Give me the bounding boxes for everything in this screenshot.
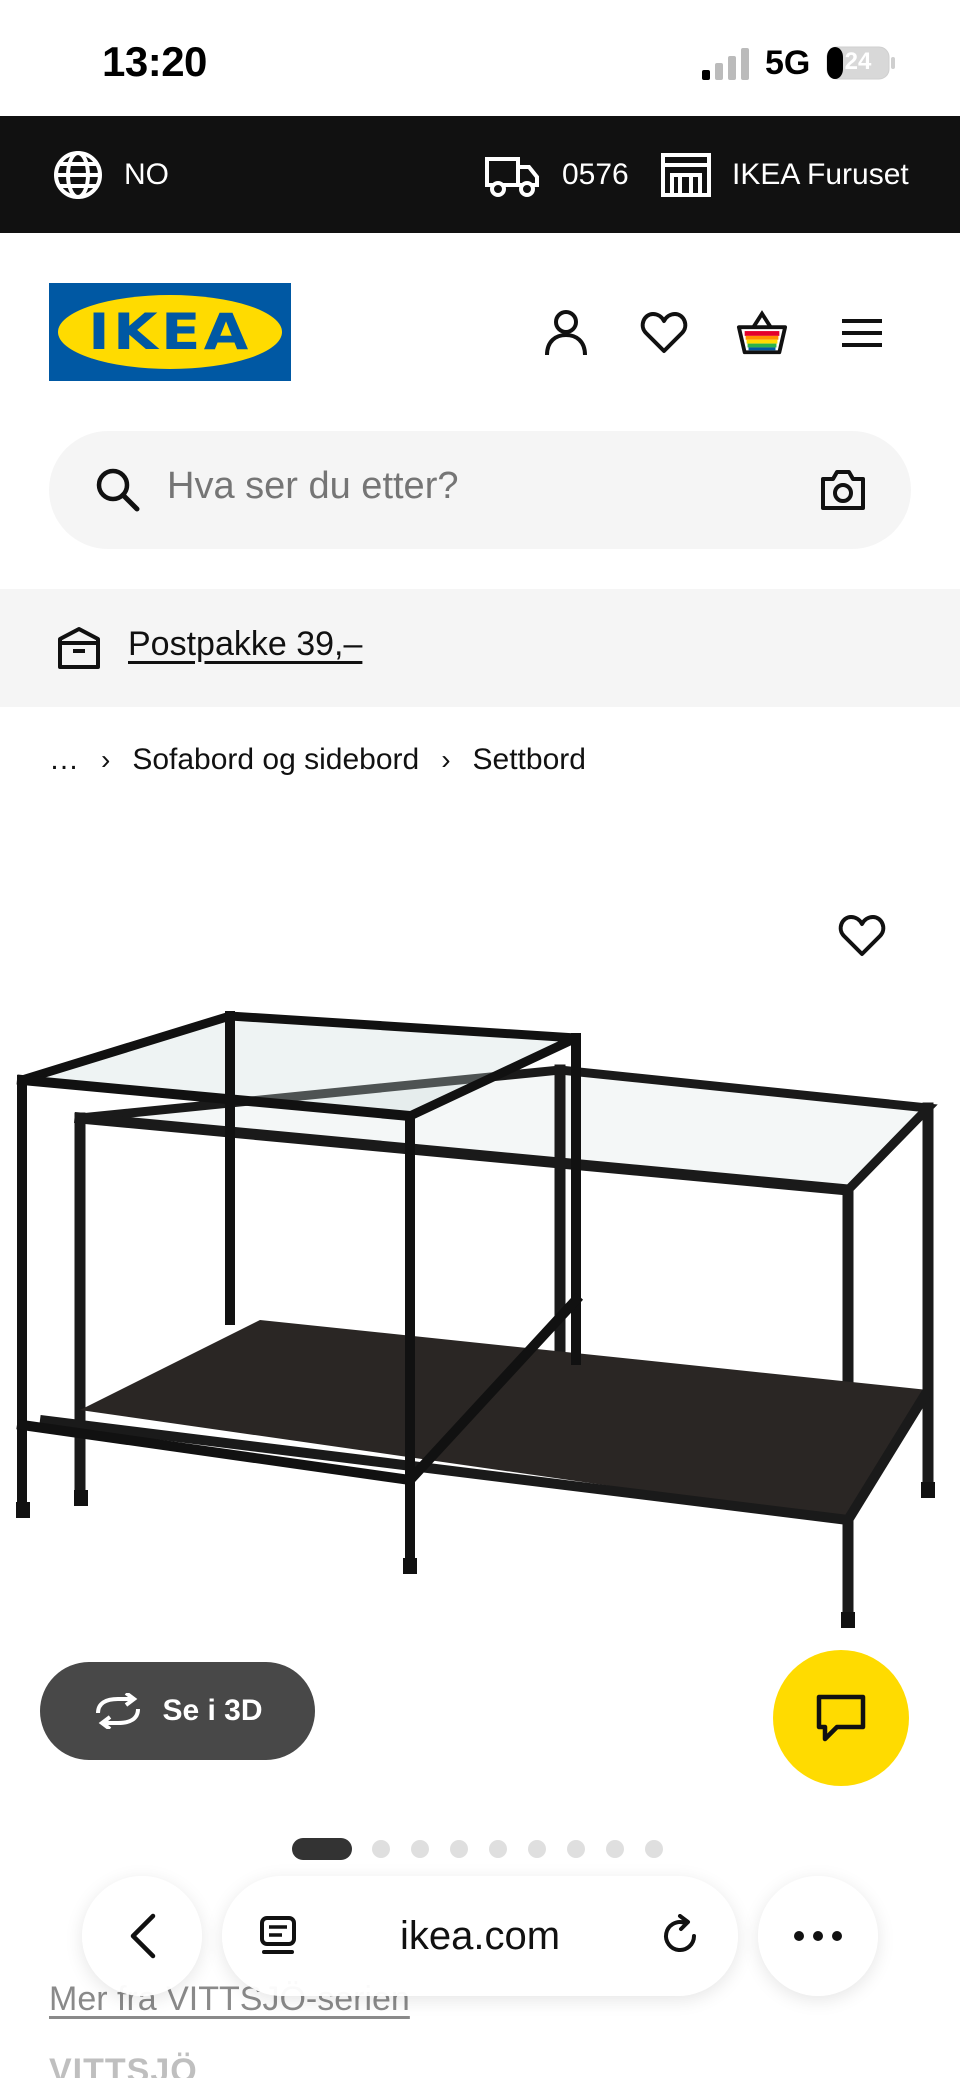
delivery-postal-code[interactable]: 0576 xyxy=(484,116,629,233)
chat-button[interactable] xyxy=(773,1650,909,1786)
logo-text: IKEA xyxy=(88,303,252,361)
top-utility-bar: NO 0576 IKEA Furuset xyxy=(0,116,960,233)
wishlist-button[interactable] xyxy=(638,307,690,359)
chevron-right-icon: › xyxy=(101,744,111,775)
postal-code-label: 0576 xyxy=(562,157,629,191)
delivery-truck-icon xyxy=(485,156,539,197)
store-label: IKEA Furuset xyxy=(732,157,909,191)
status-bar: 13:20 5G 24 xyxy=(0,0,960,116)
chevron-left-icon xyxy=(130,1913,156,1959)
breadcrumb-ellipsis[interactable]: … xyxy=(49,743,79,777)
search-input[interactable] xyxy=(167,465,767,508)
pagination-dot[interactable] xyxy=(606,1840,624,1858)
product-image-nesting-tables xyxy=(16,1011,938,1628)
chat-bubble-icon xyxy=(816,1694,866,1742)
breadcrumb-item-settbord[interactable]: Settbord xyxy=(473,743,586,777)
view-in-3d-label: Se i 3D xyxy=(162,1694,263,1727)
signal-icon xyxy=(702,48,749,80)
account-button[interactable] xyxy=(540,307,592,359)
breadcrumb: … › Sofabord og sidebord › Settbord xyxy=(49,740,586,780)
browser-more-button[interactable] xyxy=(758,1876,878,1996)
status-time: 13:20 xyxy=(102,38,207,85)
pagination-dot[interactable] xyxy=(567,1840,585,1858)
browser-address-bar[interactable]: ikea.com xyxy=(222,1876,738,1996)
search-icon xyxy=(96,468,140,512)
search-bar[interactable] xyxy=(49,431,911,549)
view-in-3d-button[interactable]: Se i 3D xyxy=(40,1662,315,1760)
pagination-dot[interactable] xyxy=(411,1840,429,1858)
pagination-dot[interactable] xyxy=(450,1840,468,1858)
store-icon xyxy=(661,152,711,197)
more-dots-icon xyxy=(794,1931,842,1941)
chevron-right-icon: › xyxy=(441,744,451,775)
menu-button[interactable] xyxy=(836,307,888,359)
battery-level: 24 xyxy=(844,48,872,75)
language-selector[interactable]: NO xyxy=(52,116,169,233)
browser-back-button[interactable] xyxy=(82,1876,202,1996)
product-name: VITTSJÖ xyxy=(49,2052,198,2078)
reload-icon[interactable] xyxy=(658,1914,702,1958)
shopping-bag-icon xyxy=(736,310,788,355)
image-pagination xyxy=(292,1838,684,1860)
pagination-dot[interactable] xyxy=(489,1840,507,1858)
package-icon xyxy=(58,627,100,669)
add-to-favorites-heart-icon[interactable] xyxy=(838,912,886,960)
hamburger-menu-icon xyxy=(842,319,882,347)
browser-toolbar: ikea.com xyxy=(0,1876,960,2006)
site-header: IKEA xyxy=(0,233,960,413)
promo-banner: Postpakke 39,– xyxy=(0,589,960,707)
breadcrumb-item-sofabord[interactable]: Sofabord og sidebord xyxy=(132,743,419,777)
cart-button[interactable] xyxy=(736,307,788,359)
pagination-dot[interactable] xyxy=(645,1840,663,1858)
pagination-dot-active[interactable] xyxy=(292,1838,352,1860)
language-label: NO xyxy=(124,157,169,191)
promo-link[interactable]: Postpakke 39,– xyxy=(128,625,362,664)
user-icon xyxy=(545,310,587,356)
camera-icon[interactable] xyxy=(819,467,867,513)
ikea-logo[interactable]: IKEA xyxy=(49,283,291,381)
network-type: 5G xyxy=(765,44,811,82)
pagination-dot[interactable] xyxy=(528,1840,546,1858)
heart-icon xyxy=(640,312,688,353)
pagination-dot[interactable] xyxy=(372,1840,390,1858)
globe-icon xyxy=(54,150,102,199)
store-selector[interactable]: IKEA Furuset xyxy=(660,116,909,233)
rotate-3d-icon xyxy=(96,1693,141,1729)
